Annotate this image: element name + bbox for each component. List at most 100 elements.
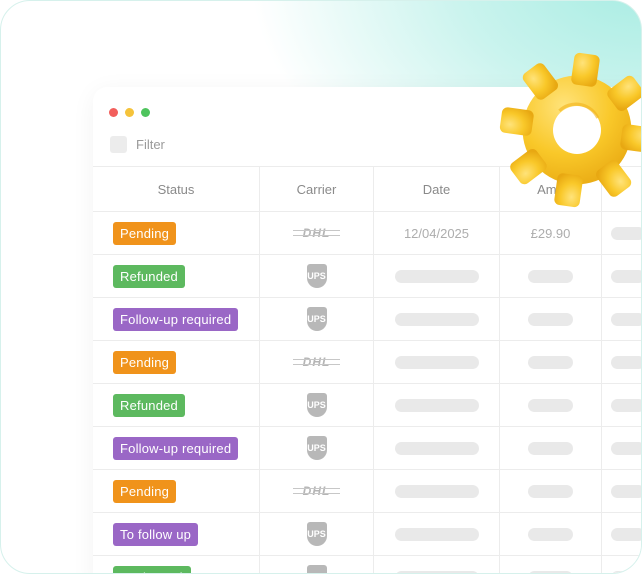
status-badge: Refunded xyxy=(113,264,185,288)
date-placeholder xyxy=(394,312,479,326)
amount-cell xyxy=(500,427,602,469)
ups-logo-icon: UPS xyxy=(306,264,327,288)
extra-cell xyxy=(602,427,641,469)
extra-placeholder xyxy=(611,570,641,573)
ups-logo-icon: UPS xyxy=(306,522,327,546)
extra-placeholder xyxy=(611,527,641,541)
date-placeholder xyxy=(394,355,479,369)
window-controls xyxy=(109,108,150,117)
amount-cell xyxy=(500,341,602,383)
carrier-cell: DHL xyxy=(260,341,374,383)
filter-checkbox[interactable] xyxy=(110,136,127,153)
extra-cell xyxy=(602,341,641,383)
amount-text: £29.90 xyxy=(530,225,571,241)
status-cell: Pending xyxy=(93,341,260,383)
amount-cell xyxy=(500,255,602,297)
carrier-cell: UPS xyxy=(260,255,374,297)
extra-cell xyxy=(602,298,641,340)
status-badge: Refunded xyxy=(113,393,185,417)
date-cell: 12/04/2025 xyxy=(374,212,500,254)
status-cell: Refunded xyxy=(93,255,260,297)
header-carrier[interactable]: Carrier xyxy=(260,167,374,211)
date-placeholder xyxy=(394,484,479,498)
amount-cell xyxy=(500,556,602,573)
amount-placeholder xyxy=(528,312,573,326)
ups-logo-icon: UPS xyxy=(306,393,327,417)
ups-logo-icon: UPS xyxy=(306,436,327,460)
date-cell xyxy=(374,298,500,340)
extra-placeholder xyxy=(611,312,641,326)
carrier-cell: UPS xyxy=(260,427,374,469)
status-badge: Follow-up required xyxy=(113,436,239,460)
gear-tooth xyxy=(571,52,600,87)
amount-cell: £29.90 xyxy=(500,212,602,254)
extra-cell xyxy=(602,470,641,512)
amount-placeholder xyxy=(528,269,573,283)
amount-placeholder xyxy=(528,398,573,412)
extra-placeholder xyxy=(611,226,641,240)
date-placeholder xyxy=(394,570,479,573)
amount-cell xyxy=(500,513,602,555)
date-placeholder xyxy=(394,398,479,412)
amount-placeholder xyxy=(528,484,573,498)
amount-cell xyxy=(500,298,602,340)
orders-table: Status Carrier Date Amo Pending DHL 12/04/… xyxy=(93,166,641,573)
date-cell xyxy=(374,556,500,573)
date-placeholder xyxy=(394,527,479,541)
ups-logo-icon: UPS xyxy=(306,565,327,573)
close-window-dot[interactable] xyxy=(109,108,118,117)
minimize-window-dot[interactable] xyxy=(125,108,134,117)
gear-tooth xyxy=(499,107,534,136)
status-badge: Pending xyxy=(113,479,177,503)
carrier-cell: DHL xyxy=(260,212,374,254)
table-row[interactable]: Pending DHL xyxy=(93,341,641,384)
date-cell xyxy=(374,513,500,555)
date-cell xyxy=(374,255,500,297)
carrier-cell: UPS xyxy=(260,513,374,555)
carrier-cell: UPS xyxy=(260,384,374,426)
status-cell: Refunded xyxy=(93,384,260,426)
date-placeholder xyxy=(394,441,479,455)
table-row[interactable]: To follow up UPS xyxy=(93,513,641,556)
header-date[interactable]: Date xyxy=(374,167,500,211)
dhl-logo-icon: DHL xyxy=(292,355,340,369)
gear-icon xyxy=(499,52,641,208)
date-placeholder xyxy=(394,269,479,283)
date-cell xyxy=(374,427,500,469)
status-cell: Pending xyxy=(93,212,260,254)
gear-tooth xyxy=(620,124,641,153)
date-text: 12/04/2025 xyxy=(403,225,470,241)
status-cell: Pending xyxy=(93,470,260,512)
status-cell: Follow-up required xyxy=(93,427,260,469)
table-row[interactable]: Refunded UPS xyxy=(93,255,641,298)
amount-placeholder xyxy=(528,527,573,541)
extra-placeholder xyxy=(611,398,641,412)
status-cell: Follow-up required xyxy=(93,298,260,340)
ups-logo-icon: UPS xyxy=(306,307,327,331)
filter-row: Filter xyxy=(110,136,165,153)
extra-placeholder xyxy=(611,441,641,455)
date-cell xyxy=(374,384,500,426)
extra-cell xyxy=(602,513,641,555)
extra-cell xyxy=(602,556,641,573)
extra-placeholder xyxy=(611,269,641,283)
extra-placeholder xyxy=(611,484,641,498)
table-row[interactable]: remboursé UPS xyxy=(93,556,641,573)
carrier-cell: UPS xyxy=(260,556,374,573)
table-row[interactable]: Pending DHL 12/04/2025 £29.90 xyxy=(93,212,641,255)
date-cell xyxy=(374,470,500,512)
table-row[interactable]: Follow-up required UPS xyxy=(93,427,641,470)
maximize-window-dot[interactable] xyxy=(141,108,150,117)
table-row[interactable]: Refunded UPS xyxy=(93,384,641,427)
table-row[interactable]: Follow-up required UPS xyxy=(93,298,641,341)
table-row[interactable]: Pending DHL xyxy=(93,470,641,513)
amount-placeholder xyxy=(528,570,573,573)
background-card: Filter Status Carrier Date Amo Pending DH… xyxy=(0,0,642,574)
amount-placeholder xyxy=(528,441,573,455)
amount-cell xyxy=(500,384,602,426)
dhl-logo-icon: DHL xyxy=(292,226,340,240)
status-cell: remboursé xyxy=(93,556,260,573)
status-badge: Follow-up required xyxy=(113,307,239,331)
header-status[interactable]: Status xyxy=(93,167,260,211)
extra-cell xyxy=(602,384,641,426)
